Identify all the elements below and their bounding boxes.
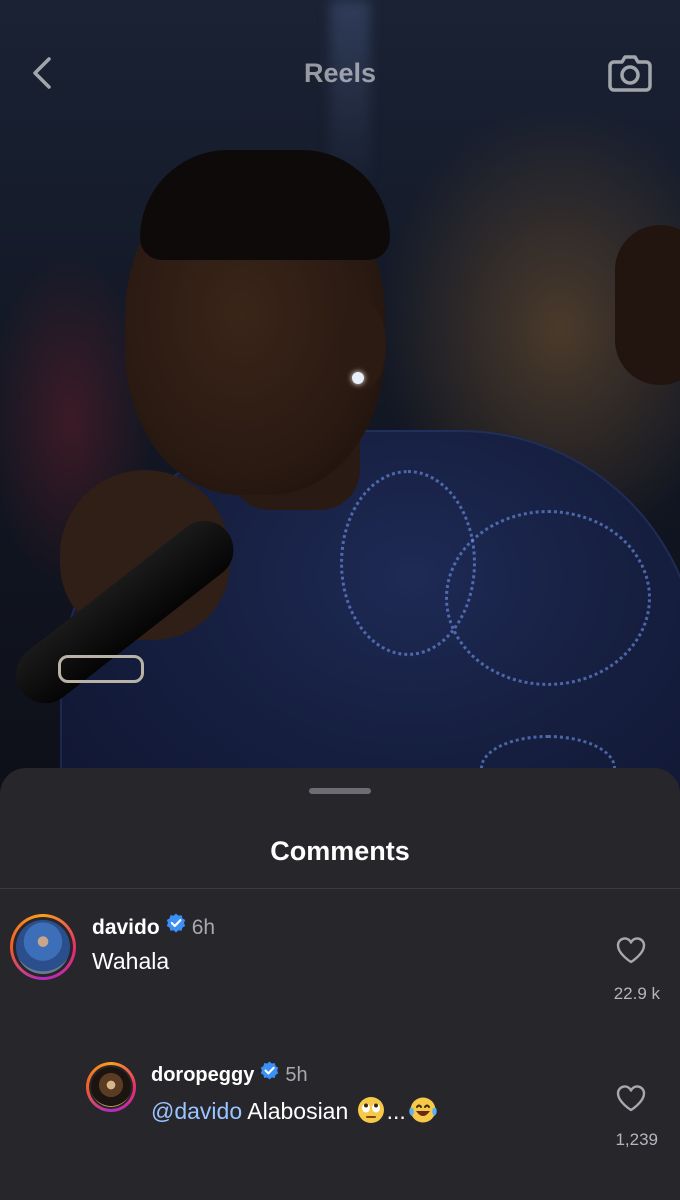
comment-text-body: Alabosian <box>242 1098 355 1125</box>
comment-timestamp: 5h <box>285 1064 308 1086</box>
like-count: 1,239 <box>615 1130 658 1149</box>
comment-text: Wahala <box>92 948 170 974</box>
jacket-sequin-pattern <box>445 510 651 686</box>
background-hand <box>615 225 680 385</box>
face-with-tears-of-joy-icon <box>408 1096 438 1130</box>
page-title: Reels <box>303 58 377 88</box>
avatar[interactable] <box>86 1062 136 1112</box>
comment-username-row: davido 6h <box>92 913 216 940</box>
like-count: 22.9 k <box>613 984 660 1003</box>
camera-icon <box>608 52 652 97</box>
comment-username-row: doropeggy 5h <box>151 1061 308 1087</box>
avatar-image <box>16 920 70 974</box>
like-button[interactable] <box>616 936 646 969</box>
comment-text: @davido Alabosian ... <box>151 1096 440 1130</box>
avatar-image <box>91 1067 131 1107</box>
verified-badge-icon <box>260 1061 279 1086</box>
jacket-sequin-pattern <box>340 470 476 656</box>
comment-text-ellipsis: ... <box>386 1098 406 1125</box>
earring <box>352 372 364 384</box>
bracelet <box>58 655 144 683</box>
comment-reply-item: doropeggy 5h @davido Alabosian ... 1,239 <box>0 1060 680 1180</box>
mention-link[interactable]: @davido <box>151 1098 242 1124</box>
comment-username[interactable]: doropeggy <box>151 1064 254 1086</box>
reels-header: Reels <box>0 0 680 150</box>
heart-icon <box>616 937 646 968</box>
heart-icon <box>616 1085 646 1116</box>
comments-title: Comments <box>270 836 410 866</box>
like-button[interactable] <box>616 1084 646 1117</box>
comments-sheet: Comments davido 6h Wahala 22.9 k doropegg… <box>0 768 680 1200</box>
face-with-rolling-eyes-icon <box>357 1096 385 1130</box>
comment-item: davido 6h Wahala 22.9 k <box>0 908 680 1028</box>
camera-button[interactable] <box>606 52 654 96</box>
verified-badge-icon <box>166 913 186 939</box>
comment-timestamp: 6h <box>191 916 216 939</box>
comment-username[interactable]: davido <box>92 916 160 939</box>
divider <box>0 888 680 889</box>
performer-hair <box>140 150 390 260</box>
avatar[interactable] <box>10 914 76 980</box>
sheet-grab-handle[interactable] <box>309 788 371 794</box>
